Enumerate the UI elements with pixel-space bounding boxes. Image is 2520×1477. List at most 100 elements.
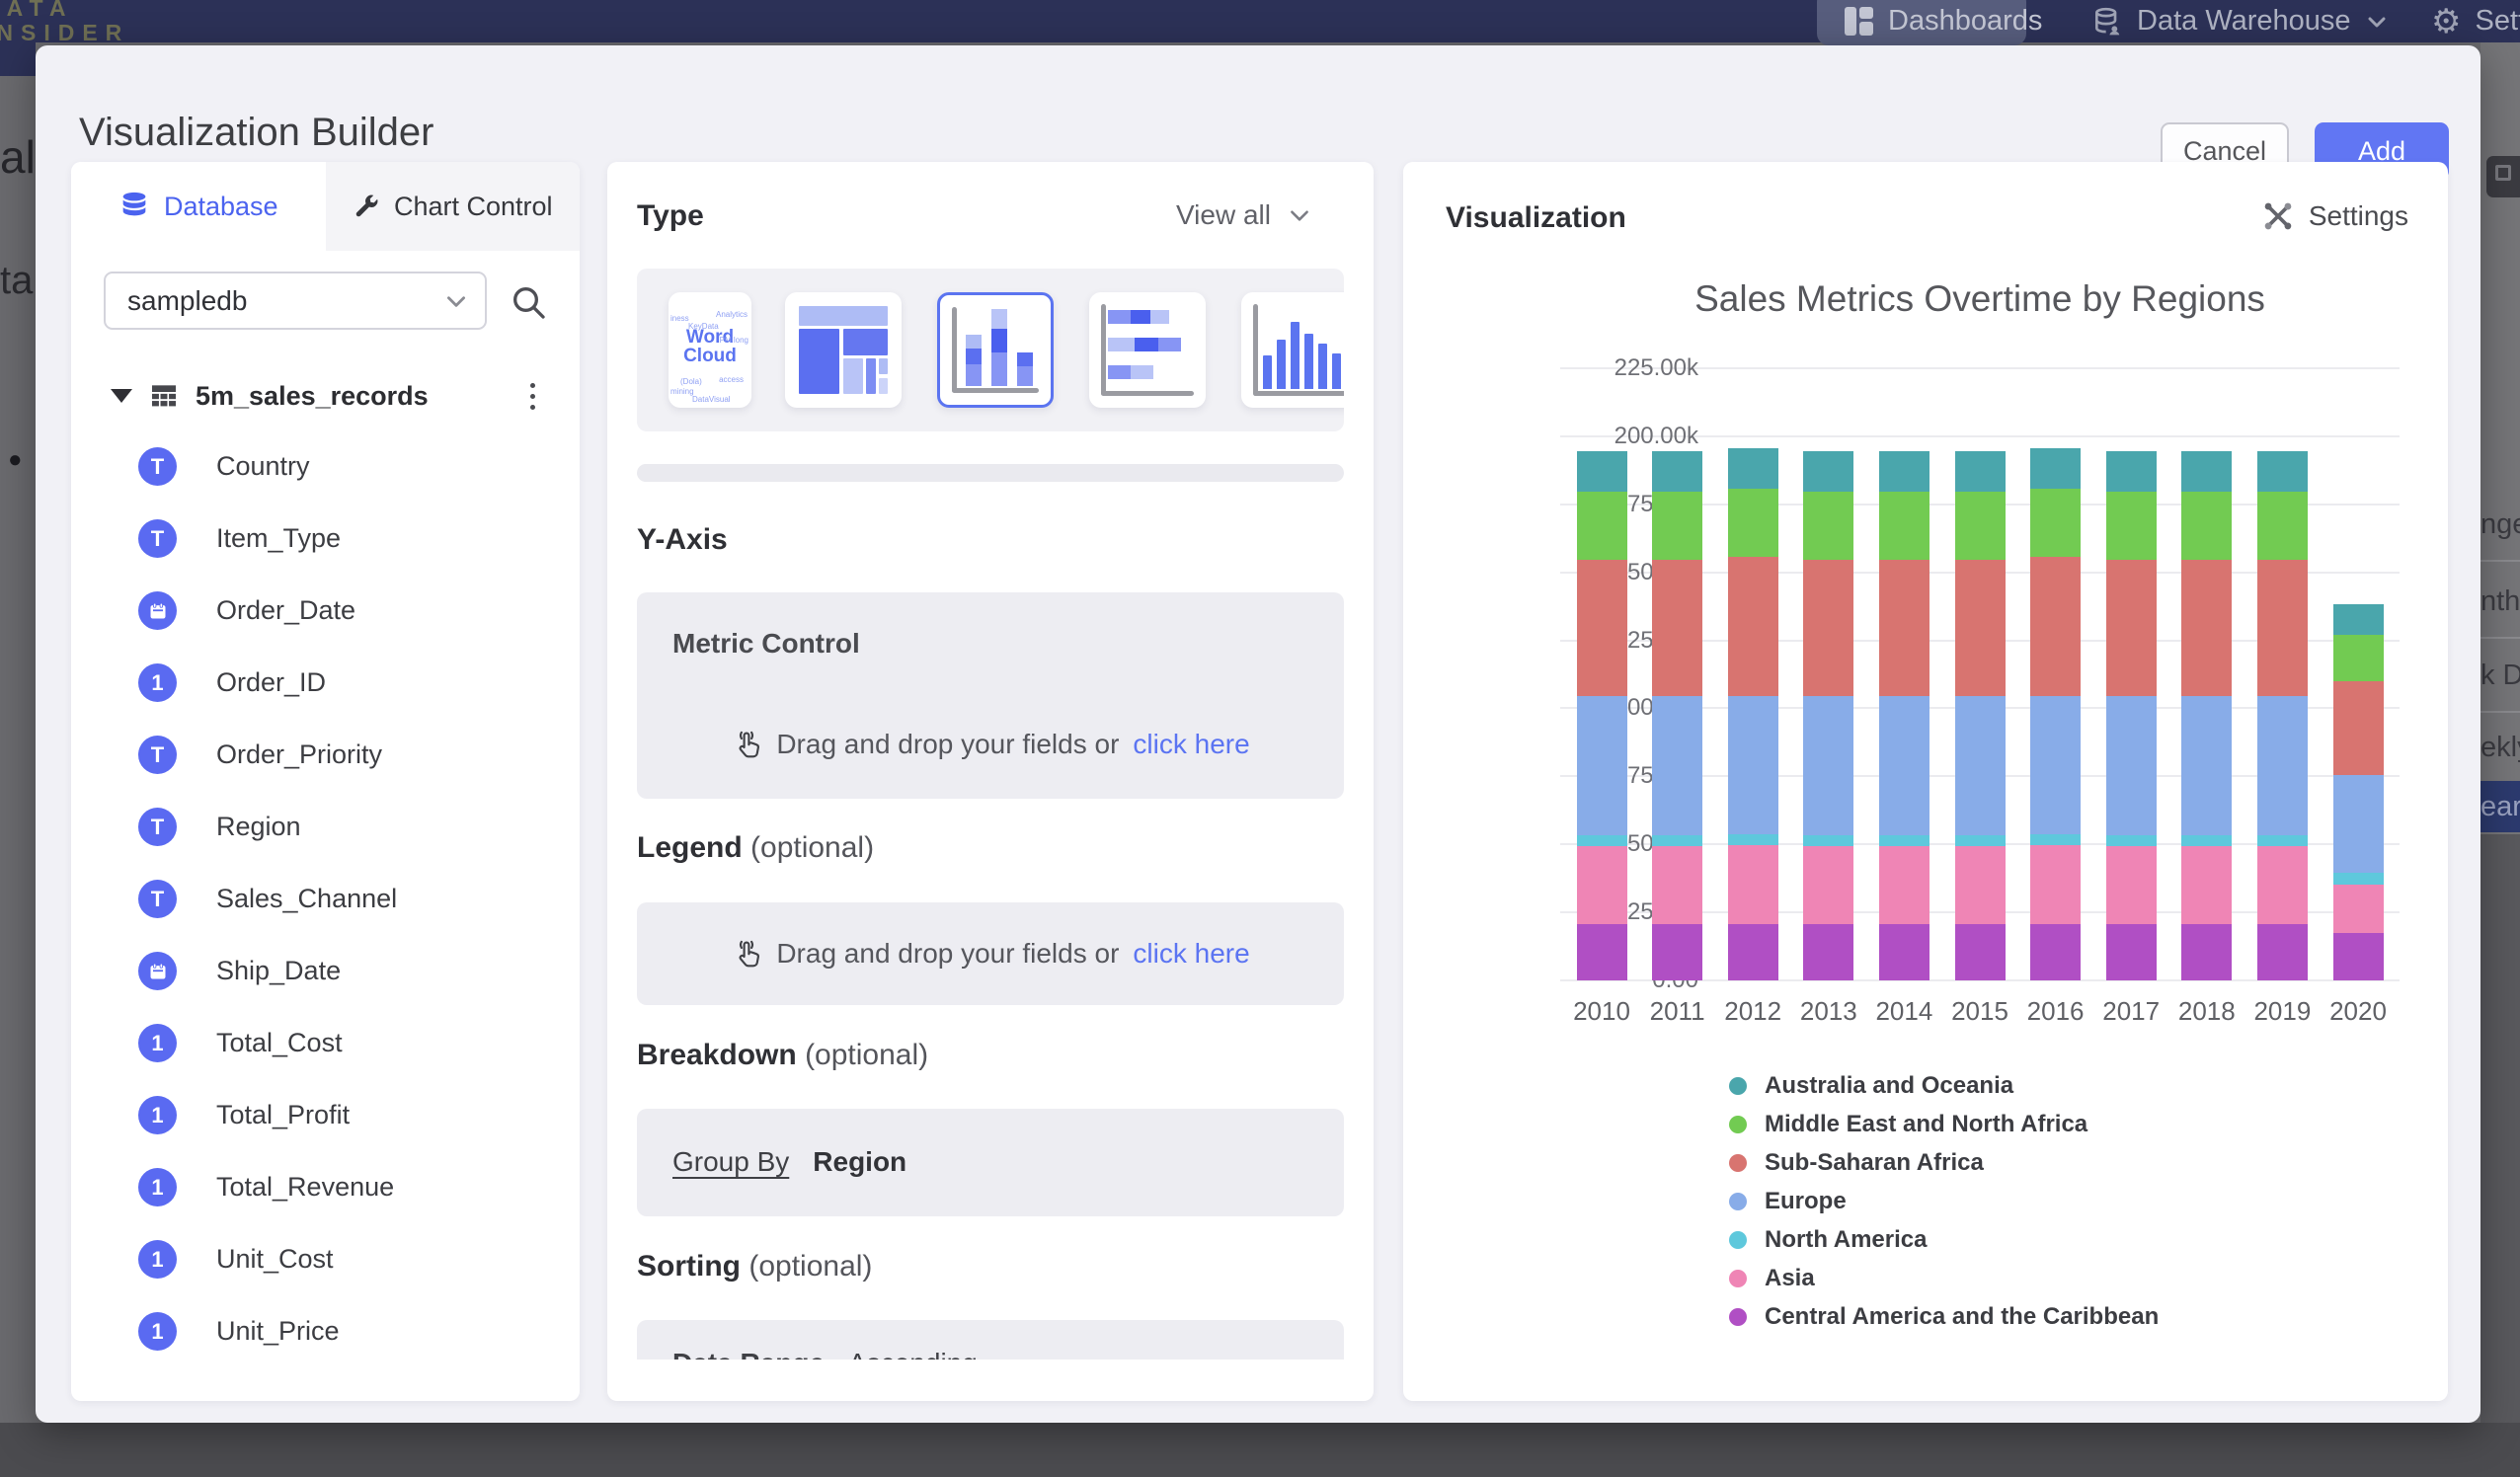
table-tree-row[interactable]: 5m_sales_records <box>111 374 545 418</box>
y-axis-tick-label: 200.00k <box>1560 423 1698 450</box>
chart-type-card-word-cloud[interactable]: inessAnalyticsKeyDataPM longWordCloud(Do… <box>669 292 751 408</box>
stacked-bar-2016[interactable] <box>2030 448 2081 980</box>
nav-item-settings[interactable]: ⚙ Settings <box>2431 0 2520 42</box>
expand-triangle-icon[interactable] <box>111 389 132 403</box>
bar-segment <box>1652 492 1702 560</box>
app-logo: DATA INSIDER <box>0 0 129 45</box>
chart-settings-button[interactable]: Settings <box>2261 199 2408 233</box>
search-icon[interactable] <box>509 282 548 322</box>
bar-segment <box>1577 696 1627 835</box>
stacked-bar-2018[interactable] <box>2181 451 2232 980</box>
horizontal-scrollbar[interactable] <box>637 464 1344 482</box>
number-field-icon: 1 <box>138 1240 177 1279</box>
stacked-bar-2017[interactable] <box>2106 451 2157 980</box>
bar-segment <box>1652 560 1702 696</box>
stacked-bar-2015[interactable] <box>1955 451 2006 980</box>
text-field-icon: T <box>138 447 177 486</box>
legend-dot-icon <box>1729 1231 1747 1249</box>
legend-item[interactable]: Sub-Saharan Africa <box>1729 1148 2159 1178</box>
metric-dropzone[interactable]: Metric Control Drag and drop your fields… <box>637 592 1344 799</box>
chart-type-card-stacked-column[interactable] <box>937 292 1054 408</box>
field-item-total_revenue[interactable]: 1Total_Revenue <box>138 1151 553 1223</box>
field-item-item_type[interactable]: TItem_Type <box>138 503 553 575</box>
view-all-dropdown[interactable]: View all <box>1176 199 1312 231</box>
bar-segment <box>1803 560 1853 696</box>
bar-segment <box>1577 560 1627 696</box>
bar-segment <box>2106 846 2157 925</box>
dialog-title: Visualization Builder <box>79 111 433 155</box>
field-item-ship_date[interactable]: Ship_Date <box>138 935 553 1007</box>
legend-item[interactable]: North America <box>1729 1225 2159 1255</box>
field-item-total_profit[interactable]: 1Total_Profit <box>138 1079 553 1151</box>
number-field-icon: 1 <box>138 663 177 702</box>
date-field-icon <box>138 591 177 630</box>
background-menu-strip: ngenthlyk Dateeklyear <box>2481 42 2520 1423</box>
field-name: Country <box>216 451 310 482</box>
field-item-unit_price[interactable]: 1Unit_Price <box>138 1295 553 1367</box>
y-axis-heading: Y-Axis <box>637 523 728 557</box>
field-name: Order_Priority <box>216 739 382 770</box>
stacked-bar-2012[interactable] <box>1728 448 1778 980</box>
field-item-order_priority[interactable]: TOrder_Priority <box>138 719 553 791</box>
legend-item[interactable]: Australia and Oceania <box>1729 1071 2159 1101</box>
field-item-unit_cost[interactable]: 1Unit_Cost <box>138 1223 553 1295</box>
legend-dropzone[interactable]: Drag and drop your fields or click here <box>637 902 1344 1005</box>
field-item-country[interactable]: T Country <box>138 430 553 503</box>
drag-drop-text: Drag and drop your fields or <box>776 729 1119 760</box>
chart-type-card-treemap[interactable] <box>785 292 902 408</box>
legend-item[interactable]: Central America and the Caribbean <box>1729 1302 2159 1332</box>
kebab-menu-icon[interactable] <box>520 379 545 414</box>
legend-label: Asia <box>1765 1265 1815 1292</box>
field-item-total_cost[interactable]: 1Total_Cost <box>138 1007 553 1079</box>
bar-segment <box>1728 834 1778 845</box>
dashboard-icon <box>1845 7 1874 37</box>
bar-segment <box>2030 557 2081 696</box>
stacked-bar-2011[interactable] <box>1652 451 1702 980</box>
group-by-label[interactable]: Group By <box>672 1146 789 1178</box>
nav-item-dashboards[interactable]: Dashboards <box>1845 0 2042 42</box>
number-field-icon: 1 <box>138 1096 177 1134</box>
visualization-builder-dialog: Visualization Builder Cancel Add Databas… <box>36 45 2481 1423</box>
legend-item[interactable]: Middle East and North Africa <box>1729 1110 2159 1139</box>
bar-segment <box>1652 924 1702 979</box>
click-here-link[interactable]: click here <box>1133 938 1249 970</box>
x-axis-tick-label: 2020 <box>2314 996 2402 1027</box>
bar-segment <box>2333 873 2384 885</box>
tab-database[interactable]: Database <box>71 162 326 251</box>
database-icon <box>118 191 150 222</box>
field-item-sales_channel[interactable]: TSales_Channel <box>138 863 553 935</box>
stacked-bar-2013[interactable] <box>1803 451 1853 980</box>
group-by-value[interactable]: Region <box>813 1146 906 1178</box>
stacked-bar-2019[interactable] <box>2257 451 2308 980</box>
sort-direction-value[interactable]: Ascending <box>848 1348 978 1360</box>
chart-type-card-column[interactable] <box>1241 292 1344 408</box>
stacked-bar-2010[interactable] <box>1577 451 1627 980</box>
top-navbar: DATA INSIDER Dashboards Data Warehouse ⚙… <box>0 0 2520 42</box>
bar-segment <box>1803 924 1853 979</box>
legend-item[interactable]: Europe <box>1729 1187 2159 1216</box>
save-icon <box>2486 156 2520 197</box>
breakdown-dropzone[interactable]: Group By Region <box>637 1109 1344 1216</box>
sorting-dropzone[interactable]: Data Range Ascending <box>637 1320 1344 1360</box>
field-item-region[interactable]: TRegion <box>138 791 553 863</box>
database-select[interactable]: sampledb <box>104 272 487 330</box>
tab-chart-control[interactable]: Chart Control <box>326 162 581 251</box>
bar-segment <box>1955 451 2006 492</box>
stacked-bar-2020[interactable] <box>2333 604 2384 980</box>
field-item-order_id[interactable]: 1Order_ID <box>138 647 553 719</box>
background-menu-item: k Date <box>2481 642 2520 709</box>
legend-heading: Legend (optional) <box>637 831 874 865</box>
click-here-link[interactable]: click here <box>1133 729 1249 760</box>
type-heading: Type <box>637 199 704 233</box>
legend-item[interactable]: Asia <box>1729 1264 2159 1293</box>
field-item-order_date[interactable]: Order_Date <box>138 575 553 647</box>
builder-scroll-area[interactable]: Type View all inessAnalyticsKeyDataPM lo… <box>607 162 1374 1360</box>
sort-field-label[interactable]: Data Range <box>672 1348 825 1360</box>
nav-item-data-warehouse[interactable]: Data Warehouse <box>2091 0 2389 42</box>
stacked-bar-2014[interactable] <box>1879 451 1929 980</box>
bar-segment <box>1728 845 1778 924</box>
bar-segment <box>2257 492 2308 560</box>
chart-type-card-stacked-bar[interactable] <box>1089 292 1206 408</box>
legend-dot-icon <box>1729 1308 1747 1326</box>
legend-dot-icon <box>1729 1270 1747 1287</box>
